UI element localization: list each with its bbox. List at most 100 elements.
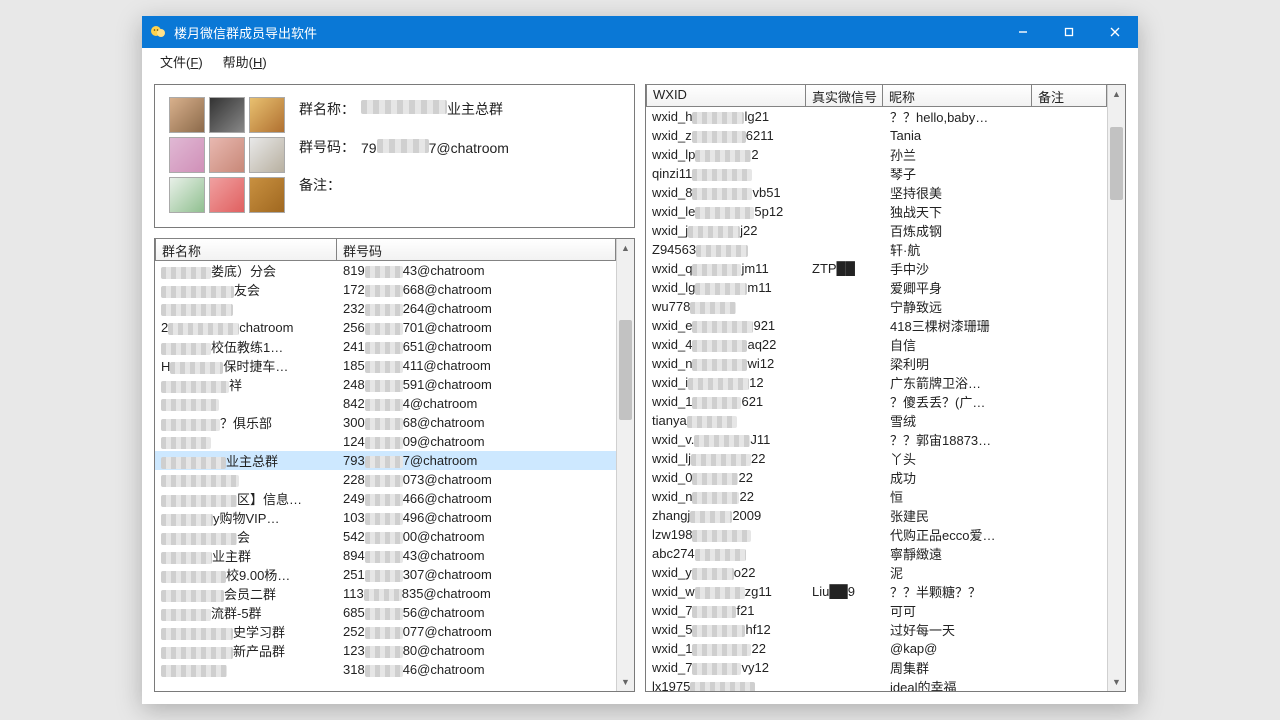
maximize-button[interactable] (1046, 16, 1092, 48)
menu-help[interactable]: 帮助(H) (213, 48, 277, 75)
table-row[interactable]: 232264@chatroom (155, 299, 616, 318)
groups-list-body[interactable]: 娄底）分会81943@chatroom友会172668@chatroom2322… (155, 261, 616, 691)
minimize-button[interactable] (1000, 16, 1046, 48)
table-row[interactable]: wxid_5hf12过好每一天 (646, 620, 1107, 639)
table-row[interactable]: 12409@chatroom (155, 432, 616, 451)
members-scrollbar[interactable]: ▲ ▼ (1107, 85, 1125, 691)
table-row[interactable]: H保时捷车…185411@chatroom (155, 356, 616, 375)
cell-group-id: 248591@chatroom (337, 377, 616, 392)
cell-group-name: 史学习群 (155, 622, 337, 641)
col-group-name[interactable]: 群名称 (155, 238, 337, 261)
title-bar[interactable]: 楼月微信群成员导出软件 (142, 16, 1138, 48)
table-row[interactable]: wxid_lj22丫头 (646, 449, 1107, 468)
cell-group-id: 54200@chatroom (337, 529, 616, 544)
col-group-id[interactable]: 群号码 (336, 238, 616, 261)
cell-group-id: 249466@chatroom (337, 491, 616, 506)
table-row[interactable]: wxid_v.J11？？郭宙18873… (646, 430, 1107, 449)
members-list-header[interactable]: WXID 真实微信号 昵称 备注 (646, 85, 1107, 107)
table-row[interactable]: wxid_hlg21？？hello,baby… (646, 107, 1107, 126)
table-row[interactable]: 校9.00杨…251307@chatroom (155, 565, 616, 584)
table-row[interactable]: ？俱乐部30068@chatroom (155, 413, 616, 432)
table-row[interactable]: 8424@chatroom (155, 394, 616, 413)
cell-group-name: H保时捷车… (155, 356, 337, 375)
cell-wxid: wxid_i12 (646, 375, 806, 390)
table-row[interactable]: 业主群89443@chatroom (155, 546, 616, 565)
scroll-up-icon[interactable]: ▲ (617, 239, 634, 257)
table-row[interactable]: Z94563轩·航 (646, 240, 1107, 259)
cell-wxid: wxid_nwi12 (646, 356, 806, 371)
avatar (249, 137, 285, 173)
table-row[interactable]: wxid_4aq22自信 (646, 335, 1107, 354)
table-row[interactable]: 2chatroom256701@chatroom (155, 318, 616, 337)
table-row[interactable]: wxid_wzg11Liu██9？？半颗糖？？ (646, 582, 1107, 601)
col-nickname[interactable]: 昵称 (882, 84, 1032, 107)
table-row[interactable]: wxid_7f21可可 (646, 601, 1107, 620)
table-row[interactable]: wxid_122@kap@ (646, 639, 1107, 658)
table-row[interactable]: lx1975ideal的幸福 (646, 677, 1107, 691)
table-row[interactable]: qinzi11琴子 (646, 164, 1107, 183)
members-list-body[interactable]: wxid_hlg21？？hello,baby…wxid_z6211Taniawx… (646, 107, 1107, 691)
table-row[interactable]: zhangj2009张建民 (646, 506, 1107, 525)
cell-nick: 恒 (884, 487, 1034, 506)
table-row[interactable]: abc274寧靜緻遠 (646, 544, 1107, 563)
table-row[interactable]: 31846@chatroom (155, 660, 616, 679)
table-row[interactable]: 校伍教练1…241651@chatroom (155, 337, 616, 356)
col-real-wechat[interactable]: 真实微信号 (805, 84, 883, 107)
cell-wxid: abc274 (646, 546, 806, 561)
cell-nick: 自信 (884, 335, 1034, 354)
table-row[interactable]: 流群-5群68556@chatroom (155, 603, 616, 622)
table-row[interactable]: wxid_lp2孙兰 (646, 145, 1107, 164)
table-row[interactable]: wxid_qjm11ZTP██手中沙 (646, 259, 1107, 278)
cell-group-name (155, 301, 337, 316)
members-list[interactable]: WXID 真实微信号 昵称 备注 wxid_hlg21？？hello,baby…… (645, 84, 1126, 692)
cell-group-name: 友会 (155, 280, 337, 299)
table-row[interactable]: lzw198代购正品ecco爱… (646, 525, 1107, 544)
table-row[interactable]: wxid_lgm11爱卿平身 (646, 278, 1107, 297)
table-row[interactable]: wxid_jj22百炼成钢 (646, 221, 1107, 240)
scroll-thumb[interactable] (619, 320, 632, 419)
table-row[interactable]: 会员二群113835@chatroom (155, 584, 616, 603)
col-remark[interactable]: 备注 (1031, 84, 1107, 107)
cell-group-name: y购物VIP… (155, 508, 337, 527)
table-row[interactable]: wxid_8vb51坚持很美 (646, 183, 1107, 202)
table-row[interactable]: 友会172668@chatroom (155, 280, 616, 299)
table-row[interactable]: 新产品群12380@chatroom (155, 641, 616, 660)
table-row[interactable]: 祥248591@chatroom (155, 375, 616, 394)
table-row[interactable]: wxid_n22恒 (646, 487, 1107, 506)
table-row[interactable]: wxid_yo22泥 (646, 563, 1107, 582)
scroll-down-icon[interactable]: ▼ (1108, 673, 1125, 691)
close-button[interactable] (1092, 16, 1138, 48)
menu-file[interactable]: 文件(F) (150, 48, 213, 75)
table-row[interactable]: wxid_022成功 (646, 468, 1107, 487)
scroll-thumb[interactable] (1110, 127, 1123, 200)
cell-nick: 张建民 (884, 506, 1034, 525)
groups-list[interactable]: 群名称 群号码 娄底）分会81943@chatroom友会172668@chat… (154, 238, 635, 692)
table-row[interactable]: 史学习群252077@chatroom (155, 622, 616, 641)
table-row[interactable]: tianya雪绒 (646, 411, 1107, 430)
cell-group-name: 会 (155, 527, 337, 546)
table-row[interactable]: y购物VIP…103496@chatroom (155, 508, 616, 527)
groups-list-header[interactable]: 群名称 群号码 (155, 239, 616, 261)
scroll-up-icon[interactable]: ▲ (1108, 85, 1125, 103)
cell-nick: ？？半颗糖？？ (884, 582, 1034, 601)
cell-nick: 代购正品ecco爱… (884, 525, 1034, 544)
col-wxid[interactable]: WXID (646, 84, 806, 107)
table-row[interactable]: 会54200@chatroom (155, 527, 616, 546)
cell-group-name: ？俱乐部 (155, 413, 337, 432)
table-row[interactable]: 区】信息…249466@chatroom (155, 489, 616, 508)
table-row[interactable]: wxid_le5p12独战天下 (646, 202, 1107, 221)
table-row[interactable]: wxid_7vy12周集群 (646, 658, 1107, 677)
table-row[interactable]: 228073@chatroom (155, 470, 616, 489)
table-row[interactable]: wxid_z6211Tania (646, 126, 1107, 145)
cell-group-id: 241651@chatroom (337, 339, 616, 354)
groups-scrollbar[interactable]: ▲ ▼ (616, 239, 634, 691)
table-row[interactable]: wu778宁静致远 (646, 297, 1107, 316)
table-row[interactable]: wxid_i12广东箭牌卫浴… (646, 373, 1107, 392)
table-row[interactable]: 业主总群7937@chatroom (155, 451, 616, 470)
table-row[interactable]: wxid_nwi12梁利明 (646, 354, 1107, 373)
cell-group-id: 252077@chatroom (337, 624, 616, 639)
table-row[interactable]: wxid_e921418三棵树漆珊珊 (646, 316, 1107, 335)
table-row[interactable]: wxid_1621？傻丢丢？(广… (646, 392, 1107, 411)
table-row[interactable]: 娄底）分会81943@chatroom (155, 261, 616, 280)
scroll-down-icon[interactable]: ▼ (617, 673, 634, 691)
